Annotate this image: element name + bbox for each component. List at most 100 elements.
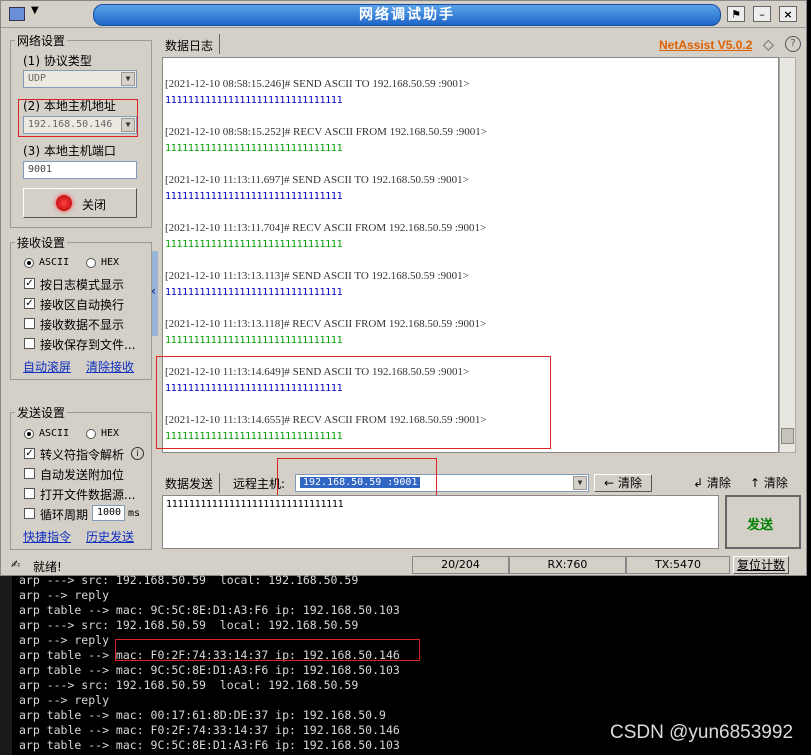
save-file-checkbox[interactable] <box>24 338 35 349</box>
port-input[interactable]: 9001 <box>23 161 137 179</box>
last-exchange-highlight <box>156 356 551 449</box>
status-rx: RX:760 <box>509 556 626 574</box>
menu-chevron-icon[interactable]: ▼ <box>31 5 39 16</box>
window-title: 网络调试助手 <box>359 7 455 23</box>
send-settings-label: 发送设置 <box>15 404 68 421</box>
log-entry-data: 1111111111111111111111111111111 <box>165 191 343 202</box>
send-button-label: 发送 <box>747 518 774 533</box>
receive-hex-label: HEX <box>101 257 120 268</box>
pin-button[interactable]: ⚑ <box>727 6 745 22</box>
terminal-line: arp ---> src: 192.168.50.59 local: 192.1… <box>19 618 359 632</box>
close-button[interactable]: × <box>779 6 797 22</box>
send-ascii-radio[interactable] <box>24 429 34 439</box>
cycle-input[interactable]: 1000 <box>92 505 125 521</box>
terminal-panel: arp ---> src: 192.168.50.59 local: 192.1… <box>0 573 811 755</box>
clear-receive-link[interactable]: 清除接收 <box>86 358 134 375</box>
escape-checkbox[interactable]: ✓ <box>24 448 35 459</box>
save-file-label: 接收保存到文件... <box>40 338 136 352</box>
log-mode-label: 按日志模式显示 <box>40 278 125 292</box>
receive-ascii-label: ASCII <box>39 257 70 268</box>
title-pill: 网络调试助手 <box>93 4 721 26</box>
close-connection-label: 关闭 <box>82 198 107 212</box>
terminal-line: arp --> reply <box>19 588 110 602</box>
info-icon[interactable]: i <box>131 447 144 460</box>
no-show-checkbox[interactable] <box>24 318 35 329</box>
terminal-line: arp table --> mac: 9C:5C:8E:D1:A3:F6 ip:… <box>19 738 400 752</box>
scroll-thumb[interactable] <box>781 428 794 444</box>
log-entry-header: [2021-12-10 11:13:13.118]# RECV ASCII FR… <box>165 318 487 330</box>
shortcut-link[interactable]: 快捷指令 <box>23 528 71 545</box>
host-highlight-box <box>18 99 138 137</box>
open-file-checkbox[interactable] <box>24 488 35 499</box>
log-entry-data: 1111111111111111111111111111111 <box>165 239 343 250</box>
status-tx: TX:5470 <box>626 556 730 574</box>
title-bar: ▼ 网络调试助手 ⚑ – × <box>1 1 806 28</box>
port-label: (3) 本地主机端口 <box>23 144 116 158</box>
watermark: CSDN @yun6853992 <box>610 722 794 743</box>
help-icon[interactable]: ? <box>785 36 801 52</box>
terminal-line: arp table --> mac: 00:17:61:8D:DE:37 ip:… <box>19 708 386 722</box>
protocol-value: UDP <box>28 73 47 84</box>
send-hex-label: HEX <box>101 428 120 439</box>
protocol-label: (1) 协议类型 <box>23 54 92 68</box>
collapse-chevron-icon[interactable]: ‹ <box>151 284 156 298</box>
terminal-line: arp table --> mac: F0:2F:74:33:14:37 ip:… <box>19 723 400 737</box>
clear-all-label: 清除 <box>763 476 788 490</box>
diamond-icon[interactable]: ◇ <box>763 37 774 53</box>
receive-hex-radio[interactable] <box>86 258 96 268</box>
append-checkbox[interactable] <box>24 468 35 479</box>
auto-wrap-label: 接收区自动换行 <box>40 298 125 312</box>
send-button[interactable]: 发送 <box>725 495 801 549</box>
clear-remote-button[interactable]: ← 清除 <box>594 474 652 492</box>
log-entry-data: 1111111111111111111111111111111 <box>165 143 343 154</box>
brand-label: NetAssist V5.0.2 <box>659 38 753 52</box>
minimize-button[interactable]: – <box>753 6 771 22</box>
cycle-checkbox[interactable] <box>24 508 35 519</box>
terminal-highlight <box>115 639 420 661</box>
app-window: ▼ 网络调试助手 ⚑ – × 网络设置 (1) 协议类型 UDP ▼ (2) 本… <box>0 0 807 576</box>
arrow-left-icon: ← <box>604 476 615 490</box>
status-count: 20/204 <box>412 556 509 574</box>
log-entry-header: [2021-12-10 11:13:11.697]# SEND ASCII TO… <box>165 174 469 186</box>
log-entry-data: 1111111111111111111111111111111 <box>165 95 343 106</box>
clear-send-label: 清除 <box>706 476 731 490</box>
terminal-line: arp --> reply <box>19 633 110 647</box>
send-textarea[interactable]: 1111111111111111111111111111111 <box>162 495 719 549</box>
terminal-line: arp ---> src: 192.168.50.59 local: 192.1… <box>19 678 359 692</box>
status-light-icon <box>56 195 72 211</box>
send-ascii-label: ASCII <box>39 428 70 439</box>
terminal-line: arp ---> src: 192.168.50.59 local: 192.1… <box>19 573 359 587</box>
log-entry-header: [2021-12-10 08:58:15.246]# SEND ASCII TO… <box>165 78 470 90</box>
log-tab-label: 数据日志 <box>165 39 214 53</box>
chevron-down-icon: ▼ <box>573 476 587 490</box>
auto-wrap-checkbox[interactable]: ✓ <box>24 298 35 309</box>
log-entry-header: [2021-12-10 11:13:13.113]# SEND ASCII TO… <box>165 270 469 282</box>
terminal-left-bar <box>0 576 12 755</box>
escape-label: 转义符指令解析 <box>40 448 125 462</box>
history-link[interactable]: 历史发送 <box>86 528 134 545</box>
send-hex-radio[interactable] <box>86 429 96 439</box>
terminal-line: arp --> reply <box>19 693 110 707</box>
append-label: 自动发送附加位 <box>40 468 125 482</box>
log-scrollbar[interactable] <box>779 57 796 453</box>
app-menu-icon[interactable] <box>9 7 25 21</box>
log-mode-checkbox[interactable]: ✓ <box>24 278 35 289</box>
clear-all-button[interactable]: ↑ 清除 <box>750 474 788 491</box>
log-tab[interactable]: 数据日志 <box>161 34 220 54</box>
clear-send-button[interactable]: ↲ 清除 <box>693 474 731 491</box>
protocol-select[interactable]: UDP ▼ <box>23 70 137 88</box>
send-tab[interactable]: 数据发送 <box>161 473 220 493</box>
reset-count-button[interactable]: 复位计数 <box>733 556 789 574</box>
log-entry-data: 1111111111111111111111111111111 <box>165 335 343 346</box>
auto-scroll-link[interactable]: 自动滚屏 <box>23 358 71 375</box>
receive-ascii-radio[interactable] <box>24 258 34 268</box>
cycle-label: 循环周期 <box>40 508 89 522</box>
send-text: 1111111111111111111111111111111 <box>166 499 344 510</box>
no-show-label: 接收数据不显示 <box>40 318 125 332</box>
log-entry-header: [2021-12-10 08:58:15.252]# RECV ASCII FR… <box>165 126 487 138</box>
receive-settings-label: 接收设置 <box>15 234 68 251</box>
close-connection-button[interactable]: 关闭 <box>23 188 137 218</box>
terminal-line: arp table --> mac: 9C:5C:8E:D1:A3:F6 ip:… <box>19 603 400 617</box>
network-settings-label: 网络设置 <box>15 32 68 49</box>
cycle-unit: ms <box>128 508 141 519</box>
